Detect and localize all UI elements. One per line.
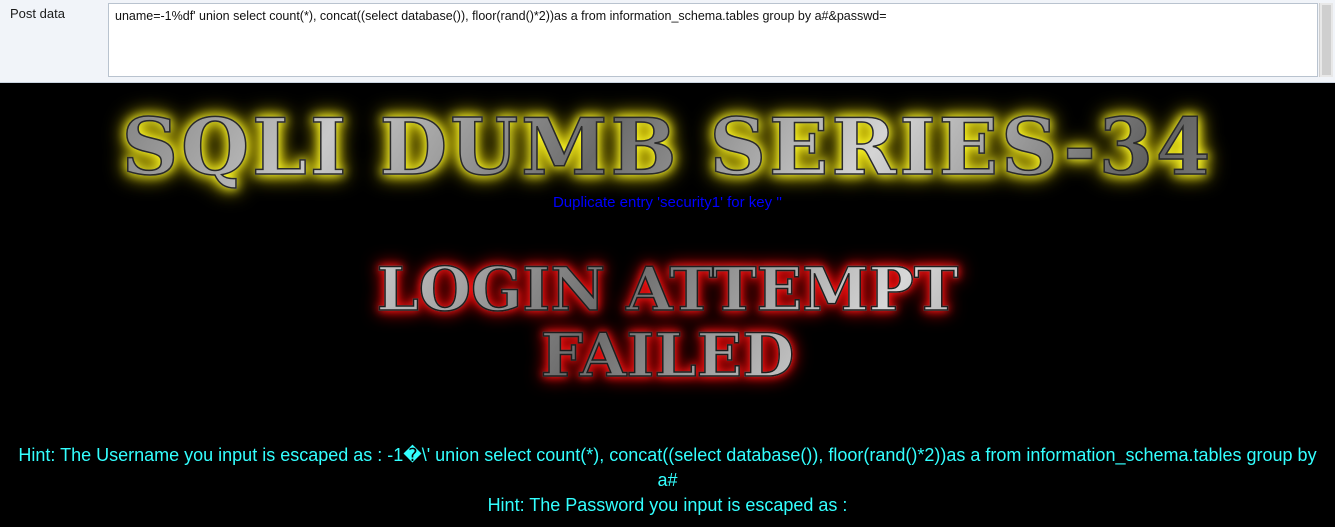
hint-block: Hint: The Username you input is escaped … bbox=[0, 443, 1335, 518]
login-failed-banner: LOGIN ATTEMPT FAILED bbox=[0, 255, 1335, 391]
post-data-bar: Post data uname=-1%df' union select coun… bbox=[0, 0, 1335, 83]
hint-username: Hint: The Username you input is escaped … bbox=[18, 445, 1317, 490]
page-title-banner: SQLI DUMB SERIES-34 bbox=[0, 102, 1335, 194]
post-data-scrollbar[interactable] bbox=[1319, 3, 1333, 77]
post-data-label: Post data bbox=[10, 6, 65, 21]
login-failed-line-2: FAILED bbox=[540, 321, 795, 391]
scrollbar-thumb[interactable] bbox=[1322, 5, 1331, 75]
sql-error-message: Duplicate entry 'security1' for key '' bbox=[552, 194, 783, 211]
hint-password: Hint: The Password you input is escaped … bbox=[487, 495, 848, 515]
post-data-input[interactable]: uname=-1%df' union select count(*), conc… bbox=[108, 3, 1318, 77]
page-content: SQLI DUMB SERIES-34 Duplicate entry 'sec… bbox=[0, 83, 1335, 527]
login-failed-line-1: LOGIN ATTEMPT bbox=[376, 255, 959, 325]
